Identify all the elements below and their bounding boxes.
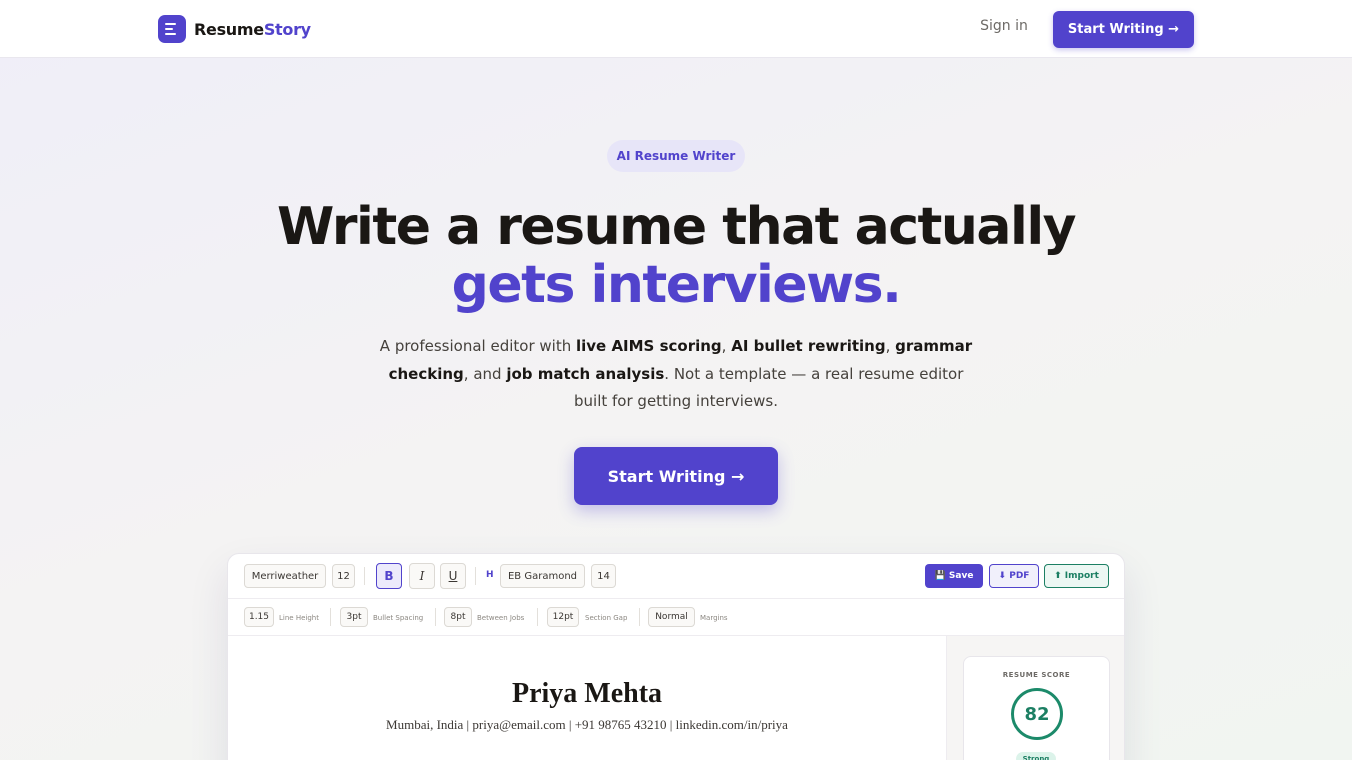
bullet-spacing-select[interactable]: 3pt — [340, 607, 368, 627]
brand-name: ResumeStory — [194, 19, 311, 39]
top-nav: ResumeStory Sign in Start Writing → — [0, 0, 1352, 58]
editor-preview: Merriweather 12 B I U H EB Garamond 14 💾… — [227, 553, 1125, 760]
spacing-toolbar: 1.15 Line Height 3pt Bullet Spacing 8pt … — [228, 599, 1124, 636]
margins-select[interactable]: Normal — [648, 607, 695, 627]
toolbar-divider — [364, 567, 365, 585]
hero-badge: AI Resume Writer — [607, 140, 745, 172]
between-jobs-label: Between Jobs — [477, 614, 525, 622]
heading-font-size-select[interactable]: 14 — [591, 564, 616, 588]
underline-button[interactable]: U — [440, 563, 466, 589]
bold-button[interactable]: B — [376, 563, 402, 589]
heading-marker: H — [486, 570, 494, 580]
toolbar-divider — [475, 567, 476, 585]
toolbar-divider — [537, 608, 538, 626]
bullet-spacing-label: Bullet Spacing — [373, 614, 424, 622]
toolbar-divider — [639, 608, 640, 626]
resume-contact-line: Mumbai, India | priya@email.com | +91 98… — [386, 717, 788, 732]
score-ring: 82 — [1011, 688, 1063, 740]
save-button[interactable]: 💾 Save — [925, 564, 983, 588]
score-sidebar: RESUME SCORE 82 Strong — [946, 636, 1124, 760]
pdf-download-button[interactable]: ⬇ PDF — [989, 564, 1039, 588]
brand-logo[interactable]: ResumeStory — [158, 15, 311, 43]
heading-font-select[interactable]: EB Garamond — [500, 564, 585, 588]
section-gap-select[interactable]: 12pt — [547, 607, 579, 627]
score-rating-badge: Strong — [1016, 752, 1056, 760]
toolbar-divider — [330, 608, 331, 626]
hero-headline-line-1: Write a resume that actually — [276, 197, 1077, 257]
document-lines-icon — [158, 15, 186, 43]
between-jobs-select[interactable]: 8pt — [444, 607, 472, 627]
nav-start-writing-button[interactable]: Start Writing → — [1053, 11, 1194, 48]
margins-label: Margins — [700, 614, 728, 622]
hero-subheadline: A professional editor with live AIMS sco… — [379, 337, 973, 410]
line-height-select[interactable]: 1.15 — [244, 607, 274, 627]
resume-score-card: RESUME SCORE 82 Strong — [963, 656, 1110, 760]
hero-headline-line-2: gets interviews. — [451, 255, 902, 315]
format-toolbar: Merriweather 12 B I U H EB Garamond 14 💾… — [228, 554, 1124, 599]
toolbar-divider — [435, 608, 436, 626]
body-font-select[interactable]: Merriweather — [244, 564, 326, 588]
line-height-label: Line Height — [279, 614, 319, 622]
hero-start-writing-button[interactable]: Start Writing → — [574, 447, 778, 505]
resume-name: Priya Mehta — [511, 678, 663, 709]
resume-page[interactable]: Priya Mehta Mumbai, India | priya@email.… — [228, 636, 946, 760]
resume-section-heading-faded — [276, 756, 456, 760]
resume-score-label: RESUME SCORE — [1002, 671, 1071, 679]
section-gap-label: Section Gap — [585, 614, 628, 622]
italic-button[interactable]: I — [409, 563, 435, 589]
sign-in-link[interactable]: Sign in — [968, 18, 1040, 34]
import-button[interactable]: ⬆ Import — [1044, 564, 1109, 588]
body-font-size-select[interactable]: 12 — [332, 564, 355, 588]
